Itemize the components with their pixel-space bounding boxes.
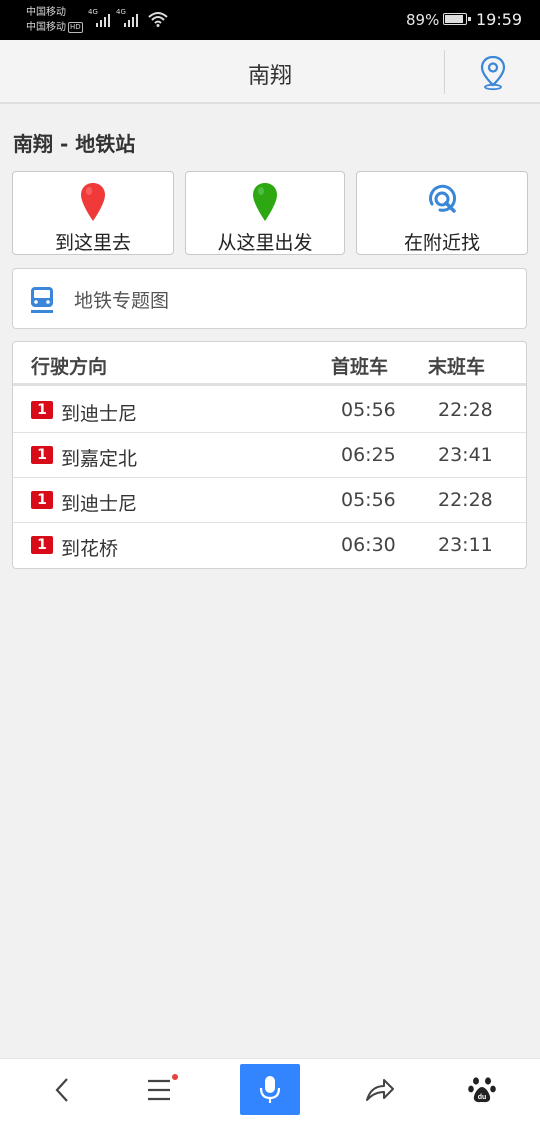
row-last-train: 22:28 [438, 399, 493, 421]
hd-badge: HD [68, 21, 83, 33]
microphone-icon [259, 1075, 281, 1103]
row-first-train: 06:30 [341, 534, 396, 556]
red-map-pin-icon [81, 183, 105, 221]
navigate-to-here-label: 到这里去 [54, 232, 131, 254]
row-last-train: 23:41 [438, 444, 493, 466]
search-nearby-button[interactable]: 在附近找 [356, 171, 528, 255]
station-title: 南翔 - 地铁站 [13, 132, 136, 156]
header-divider [444, 50, 445, 94]
line-badge: 1 [31, 446, 53, 464]
menu-button[interactable] [129, 1059, 189, 1121]
baidu-label: du [478, 1094, 487, 1101]
line-badge: 1 [31, 491, 53, 509]
row-direction: 到迪士尼 [61, 403, 138, 425]
row-first-train: 05:56 [341, 489, 396, 511]
location-pin-icon [480, 55, 506, 91]
carrier-2: 中国移动 [26, 22, 66, 33]
row-last-train: 22:28 [438, 489, 493, 511]
location-pin-button[interactable] [476, 54, 510, 92]
app-header: 南翔 [0, 40, 540, 104]
last-train-column-header: 末班车 [428, 356, 486, 378]
timetable-header: 行驶方向 首班车 末班车 [13, 342, 526, 386]
battery-icon [443, 13, 471, 25]
baidu-paw-icon: du [468, 1077, 496, 1103]
search-nearby-label: 在附近找 [403, 232, 480, 254]
clock: 19:59 [476, 10, 523, 29]
timetable: 行驶方向 首班车 末班车 1 到迪士尼 05:56 22:28 1 到嘉定北 0… [12, 341, 527, 569]
direction-column-header: 行驶方向 [31, 356, 108, 378]
table-row[interactable]: 1 到迪士尼 05:56 22:28 [13, 478, 526, 523]
depart-from-here-button[interactable]: 从这里出发 [185, 171, 345, 255]
row-direction: 到嘉定北 [61, 448, 138, 470]
line-badge: 1 [31, 536, 53, 554]
nearby-search-icon [429, 184, 456, 213]
row-direction: 到迪士尼 [61, 493, 138, 515]
page-title: 南翔 [247, 64, 292, 89]
first-train-column-header: 首班车 [331, 356, 389, 378]
menu-icon [148, 1079, 170, 1101]
back-button[interactable] [32, 1059, 92, 1121]
share-button[interactable] [350, 1059, 410, 1121]
metro-map-link[interactable]: 地铁专题图 [12, 268, 527, 329]
battery-percent: 89% [406, 11, 440, 29]
row-last-train: 23:11 [438, 534, 493, 556]
back-arrow-icon [55, 1078, 68, 1102]
wifi-icon [148, 12, 168, 27]
depart-from-here-label: 从这里出发 [217, 232, 313, 254]
table-row[interactable]: 1 到嘉定北 06:25 23:41 [13, 433, 526, 478]
navigate-to-here-button[interactable]: 到这里去 [12, 171, 174, 255]
bottom-nav: du [0, 1058, 540, 1121]
line-badge: 1 [31, 401, 53, 419]
metro-map-label: 地铁专题图 [74, 290, 170, 312]
row-first-train: 05:56 [341, 399, 396, 421]
row-direction: 到花桥 [61, 538, 119, 560]
baidu-home-button[interactable]: du [452, 1059, 512, 1121]
notification-dot [172, 1074, 178, 1080]
table-row[interactable]: 1 到迪士尼 05:56 22:28 [13, 388, 526, 433]
green-map-pin-icon [253, 183, 277, 221]
row-first-train: 06:25 [341, 444, 396, 466]
subway-train-icon [31, 287, 53, 313]
carrier-info: 中国移动 中国移动 HD [26, 5, 83, 35]
share-icon [366, 1079, 394, 1101]
carrier-1: 中国移动 [26, 7, 66, 18]
voice-search-button[interactable] [240, 1064, 300, 1115]
table-row[interactable]: 1 到花桥 06:30 23:11 [13, 523, 526, 568]
status-bar: 中国移动 中国移动 HD 4G 4G 89% 19:59 [0, 0, 540, 40]
